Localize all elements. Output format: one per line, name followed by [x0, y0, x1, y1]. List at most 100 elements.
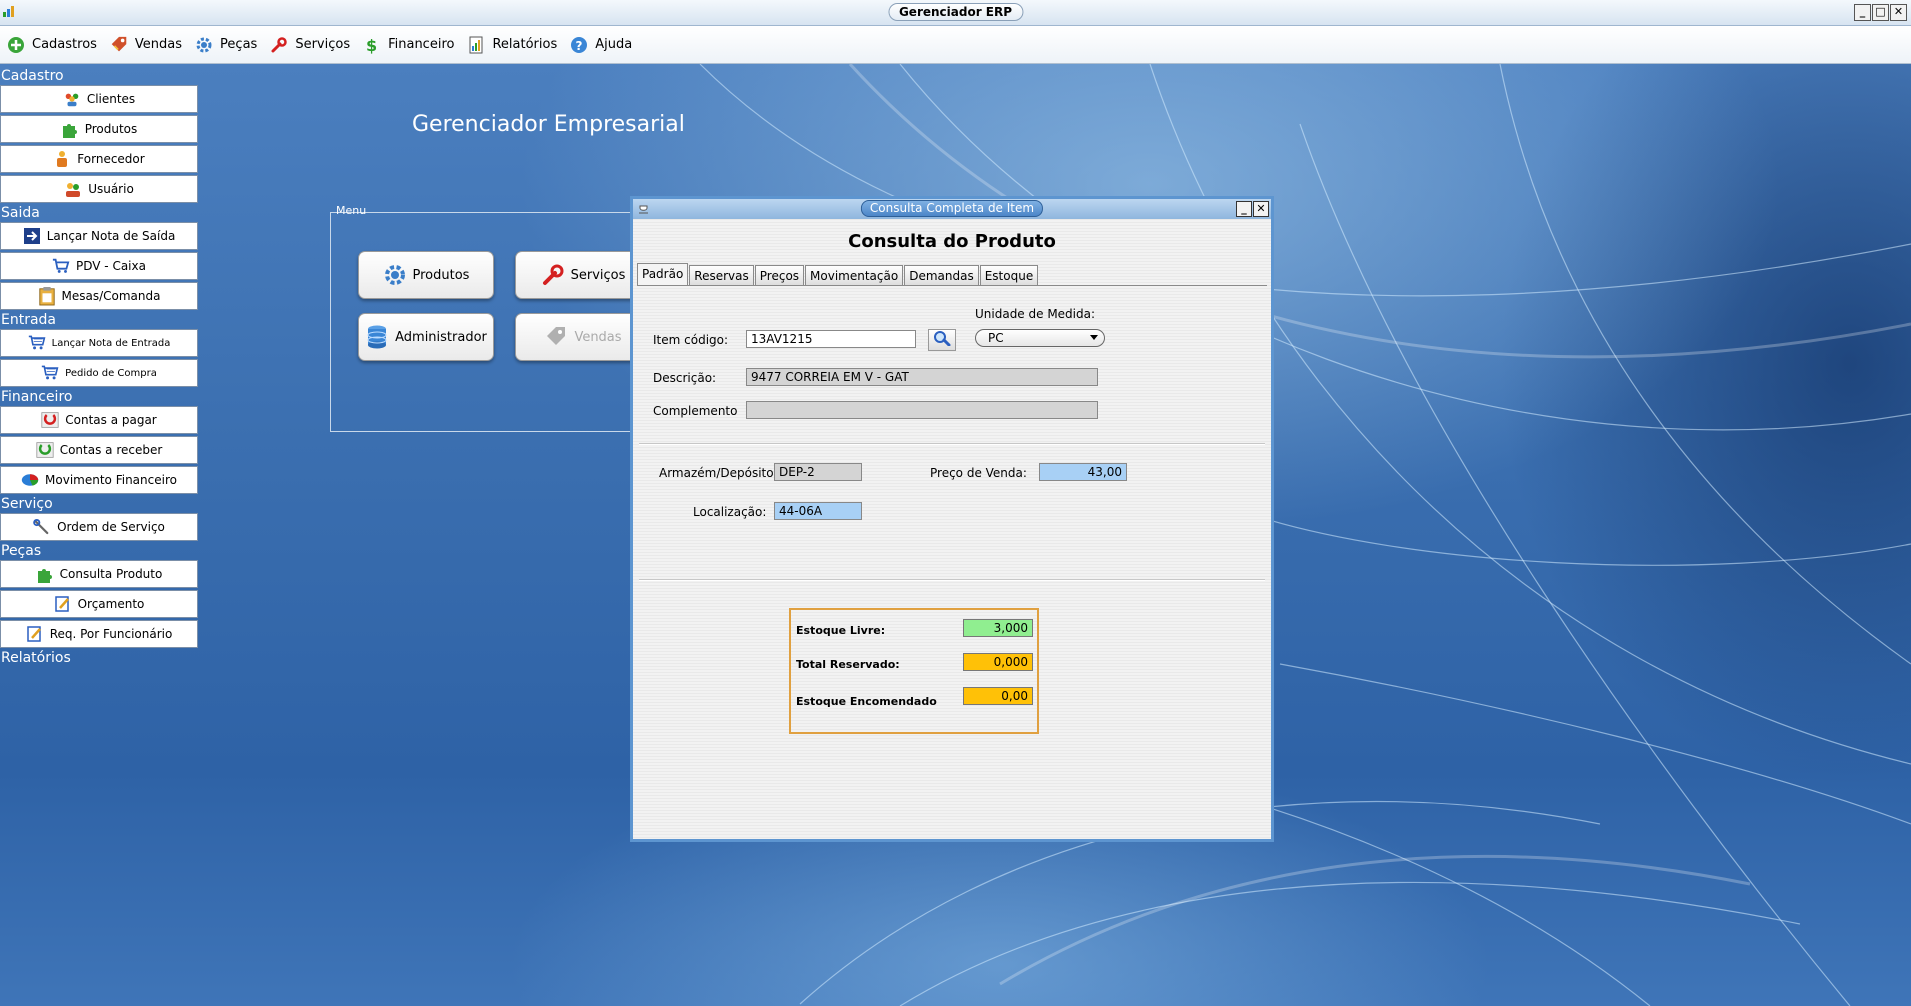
payment-icon — [41, 411, 59, 429]
window-controls: _ □ ✕ — [1854, 4, 1907, 21]
sidebar-item-label: Orçamento — [77, 597, 145, 611]
sidebar-item-mesas-comanda[interactable]: Mesas/Comanda — [0, 282, 198, 310]
estoque-livre-label: Estoque Livre: — [796, 624, 886, 637]
tab-reservas[interactable]: Reservas — [689, 265, 754, 286]
menu-group-legend: Menu — [336, 204, 367, 217]
sidebar-item-label: Consulta Produto — [59, 567, 163, 581]
cart-icon — [41, 364, 59, 382]
person-icon — [53, 150, 71, 168]
page-title: Gerenciador Empresarial — [412, 112, 685, 137]
sidebar-item-pedido-compra[interactable]: Pedido de Compra — [0, 359, 198, 387]
sidebar-item-label: Lançar Nota de Entrada — [51, 337, 171, 349]
title-bar: Gerenciador ERP _ □ ✕ — [0, 0, 1911, 26]
tab-padrao[interactable]: Padrão — [637, 263, 689, 286]
tab-estoque[interactable]: Estoque — [979, 265, 1039, 286]
sidebar-item-label: Lançar Nota de Saída — [46, 229, 176, 243]
dollar-icon: $ — [362, 35, 382, 55]
armazem-field: DEP-2 — [774, 463, 862, 481]
sidebar-item-pdv-caixa[interactable]: PDV - Caixa — [0, 252, 198, 280]
menu-label: Vendas — [134, 37, 183, 52]
administrador-button-label: Administrador — [395, 329, 487, 345]
sidebar-item-label: Pedido de Compra — [65, 367, 157, 379]
sidebar-section-entrada: Entrada — [1, 312, 57, 328]
menu-label: Ajuda — [595, 37, 633, 52]
sidebar-item-fornecedor[interactable]: Fornecedor — [0, 145, 198, 173]
sidebar-item-lancar-nota-entrada[interactable]: Lançar Nota de Entrada — [0, 329, 198, 357]
menu-financeiro[interactable]: $ Financeiro — [362, 35, 454, 55]
sidebar-section-saida: Saida — [1, 205, 40, 221]
window-title: Gerenciador ERP — [887, 3, 1024, 21]
receive-icon — [36, 441, 54, 459]
menu-group: Menu Produtos Serviços Administrador Ven… — [330, 204, 652, 432]
sidebar-item-ordem-servico[interactable]: Ordem de Serviço — [0, 513, 198, 541]
search-button[interactable] — [928, 329, 956, 351]
edit-document-icon — [54, 595, 72, 613]
administrador-button[interactable]: Administrador — [358, 313, 494, 361]
localizacao-label: Localização: — [693, 505, 767, 519]
gear-icon — [383, 263, 407, 287]
menu-label: Cadastros — [32, 37, 97, 52]
sidebar-item-clientes[interactable]: Clientes — [0, 85, 198, 113]
tab-movimentacao[interactable]: Movimentação — [805, 265, 904, 286]
tools-icon — [33, 518, 51, 536]
close-icon[interactable]: ✕ — [1253, 201, 1269, 217]
sidebar-item-label: Ordem de Serviço — [57, 520, 165, 534]
section-divider — [639, 443, 1265, 445]
menu-vendas[interactable]: Vendas — [109, 35, 182, 55]
estoque-encomendado-label: Estoque Encomendado — [796, 695, 937, 708]
app-icon — [3, 6, 14, 17]
sidebar-item-label: Clientes — [86, 92, 136, 106]
sidebar-item-label: Req. Por Funcionário — [49, 627, 173, 641]
menu-bar: Cadastros Vendas Peças Serviços $ Financ… — [0, 26, 1911, 64]
tab-divider — [637, 285, 1267, 286]
sidebar-item-consulta-produto[interactable]: Consulta Produto — [0, 560, 198, 588]
dialog-title: Consulta Completa de Item — [860, 200, 1044, 217]
descricao-label: Descrição: — [653, 371, 717, 385]
sidebar-section-servico: Serviço — [1, 496, 53, 512]
produtos-button[interactable]: Produtos — [358, 251, 494, 299]
sidebar-item-label: Usuário — [88, 182, 134, 196]
section-divider — [639, 579, 1265, 581]
add-circle-icon — [6, 35, 26, 55]
item-codigo-input[interactable]: 13AV1215 — [746, 330, 916, 348]
preco-venda-label: Preço de Venda: — [930, 466, 1027, 480]
sidebar-section-financeiro: Financeiro — [1, 389, 73, 405]
sidebar-item-req-funcionario[interactable]: Req. Por Funcionário — [0, 620, 198, 648]
minimize-icon[interactable]: _ — [1854, 4, 1871, 21]
maximize-icon[interactable]: □ — [1872, 4, 1889, 21]
sidebar: Cadastro Clientes Produtos Fornecedor Us… — [0, 68, 200, 667]
menu-cadastros[interactable]: Cadastros — [6, 35, 97, 55]
sidebar-item-movimento-financeiro[interactable]: Movimento Financeiro — [0, 466, 198, 494]
sidebar-item-label: Contas a pagar — [65, 413, 157, 427]
cart-icon — [28, 334, 46, 352]
sidebar-item-orcamento[interactable]: Orçamento — [0, 590, 198, 618]
close-icon[interactable]: ✕ — [1890, 4, 1907, 21]
wrench-icon — [269, 35, 289, 55]
exit-arrow-icon — [23, 227, 41, 245]
menu-label: Financeiro — [388, 37, 455, 52]
complemento-label: Complemento — [653, 404, 738, 418]
menu-pecas[interactable]: Peças — [194, 35, 257, 55]
edit-document-icon — [26, 625, 44, 643]
sidebar-item-produtos[interactable]: Produtos — [0, 115, 198, 143]
puzzle-icon — [61, 120, 79, 138]
tab-demandas[interactable]: Demandas — [904, 265, 979, 286]
preco-venda-field: 43,00 — [1039, 463, 1127, 481]
minimize-icon[interactable]: _ — [1236, 201, 1252, 217]
armazem-label: Armazém/Depósito — [659, 466, 774, 480]
sidebar-section-relatorios[interactable]: Relatórios — [0, 650, 200, 667]
sidebar-section-cadastro: Cadastro — [1, 68, 64, 84]
sidebar-item-usuario[interactable]: Usuário — [0, 175, 198, 203]
tab-precos[interactable]: Preços — [754, 265, 805, 286]
sidebar-item-contas-receber[interactable]: Contas a receber — [0, 436, 198, 464]
menu-servicos[interactable]: Serviços — [269, 35, 350, 55]
sidebar-item-contas-pagar[interactable]: Contas a pagar — [0, 406, 198, 434]
dialog-title-bar[interactable]: Consulta Completa de Item _ ✕ — [633, 199, 1271, 219]
localizacao-field: 44-06A — [774, 502, 862, 520]
menu-relatorios[interactable]: Relatórios — [466, 35, 557, 55]
unidade-medida-select[interactable]: PC — [975, 329, 1105, 347]
users-icon — [63, 90, 81, 108]
sidebar-item-lancar-nota-saida[interactable]: Lançar Nota de Saída — [0, 222, 198, 250]
chevron-down-icon — [1090, 335, 1098, 340]
menu-ajuda[interactable]: ? Ajuda — [569, 35, 632, 55]
